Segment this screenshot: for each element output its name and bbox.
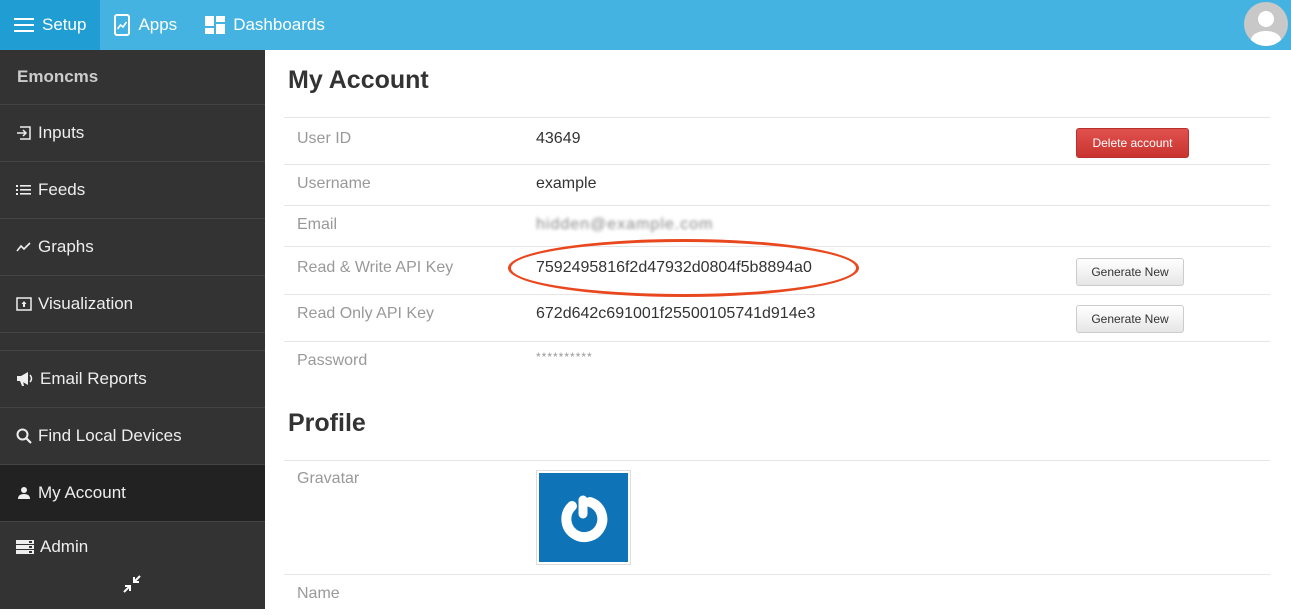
- server-icon: [16, 540, 34, 554]
- inputs-icon: [17, 126, 31, 140]
- visualization-icon: [16, 297, 32, 311]
- sidebar: Emoncms Inputs Feeds Graphs Visualizatio…: [0, 50, 265, 609]
- topnav-apps-label: Apps: [138, 15, 178, 34]
- row-label: Name: [297, 585, 340, 602]
- row-label: Gravatar: [297, 470, 360, 487]
- sidebar-item-graphs[interactable]: Graphs: [0, 219, 265, 276]
- table-row-rw-api-key: Read & Write API Key 7592495816f2d47932d…: [284, 247, 1270, 295]
- sidebar-item-label: My Account: [38, 483, 126, 502]
- sidebar-item-label: Feeds: [38, 180, 86, 199]
- sidebar-item-label: Email Reports: [40, 369, 147, 388]
- sidebar-item-inputs[interactable]: Inputs: [0, 105, 265, 162]
- account-table: User ID 43649 Delete account Username ex…: [284, 117, 1270, 386]
- topnav-dashboards[interactable]: Dashboards: [191, 0, 339, 50]
- topnav-apps[interactable]: Apps: [100, 0, 191, 50]
- dashboards-icon: [205, 16, 226, 34]
- sidebar-item-visualization[interactable]: Visualization: [0, 276, 265, 333]
- table-row-ro-api-key: Read Only API Key 672d642c691001f2550010…: [284, 295, 1270, 342]
- sidebar-divider: [0, 333, 265, 351]
- user-avatar-button[interactable]: [1244, 2, 1288, 46]
- row-label: Password: [297, 352, 368, 369]
- gravatar-icon: [560, 495, 607, 542]
- username-value: example: [536, 175, 597, 192]
- page-title: My Account: [288, 66, 429, 94]
- sidebar-item-label: Graphs: [38, 237, 94, 256]
- user-avatar-icon: [1251, 11, 1281, 46]
- search-icon: [16, 428, 32, 444]
- topnav-dashboards-label: Dashboards: [233, 15, 325, 34]
- hamburger-icon: [14, 18, 34, 32]
- sidebar-item-admin[interactable]: Admin: [0, 522, 265, 572]
- rw-api-key-value: 7592495816f2d47932d0804f5b8894a0: [536, 259, 812, 276]
- ro-api-key-value: 672d642c691001f25500105741d914e3: [536, 305, 816, 322]
- row-label: Username: [297, 175, 371, 192]
- sidebar-item-my-account[interactable]: My Account: [0, 465, 265, 522]
- sidebar-collapse-button[interactable]: [122, 574, 142, 599]
- apps-icon: [114, 14, 131, 36]
- password-value[interactable]: **********: [536, 350, 593, 364]
- sidebar-item-label: Inputs: [38, 123, 85, 142]
- table-row-password: Password **********: [284, 342, 1270, 386]
- sidebar-item-find-local-devices[interactable]: Find Local Devices: [0, 408, 265, 465]
- megaphone-icon: [17, 372, 33, 386]
- table-row-username: Username example: [284, 165, 1270, 206]
- email-value: hidden@example.com: [536, 216, 714, 233]
- sidebar-item-label: Find Local Devices: [38, 426, 182, 445]
- table-row-email: Email hidden@example.com: [284, 206, 1270, 247]
- generate-ro-key-button[interactable]: Generate New: [1076, 305, 1184, 333]
- gravatar-image: [536, 470, 631, 565]
- topnav-setup[interactable]: Setup: [0, 0, 101, 50]
- row-label: Read Only API Key: [297, 305, 434, 322]
- table-row-user-id: User ID 43649 Delete account: [284, 118, 1270, 165]
- table-row-name: Name: [284, 575, 1270, 615]
- sidebar-item-feeds[interactable]: Feeds: [0, 162, 265, 219]
- graph-icon: [16, 242, 31, 252]
- sidebar-title: Emoncms: [0, 50, 265, 105]
- row-label: User ID: [297, 130, 352, 147]
- delete-account-button[interactable]: Delete account: [1076, 128, 1189, 158]
- generate-rw-key-button[interactable]: Generate New: [1076, 258, 1184, 286]
- user-id-value: 43649: [536, 130, 581, 147]
- top-navbar: Setup Apps Dashboards: [0, 0, 1291, 50]
- row-label: Read & Write API Key: [297, 259, 454, 276]
- sidebar-item-label: Admin: [40, 537, 89, 556]
- sidebar-item-label: Visualization: [38, 294, 134, 313]
- profile-table: Gravatar Name: [284, 460, 1270, 615]
- row-label: Email: [297, 216, 338, 233]
- main-content: My Account User ID 43649 Delete account …: [266, 50, 1291, 609]
- sidebar-item-email-reports[interactable]: Email Reports: [0, 351, 265, 408]
- profile-title: Profile: [288, 409, 366, 437]
- topnav-setup-label: Setup: [42, 15, 87, 34]
- table-row-gravatar: Gravatar: [284, 461, 1270, 575]
- list-icon: [16, 185, 31, 195]
- collapse-icon: [123, 575, 141, 593]
- user-icon: [18, 487, 30, 499]
